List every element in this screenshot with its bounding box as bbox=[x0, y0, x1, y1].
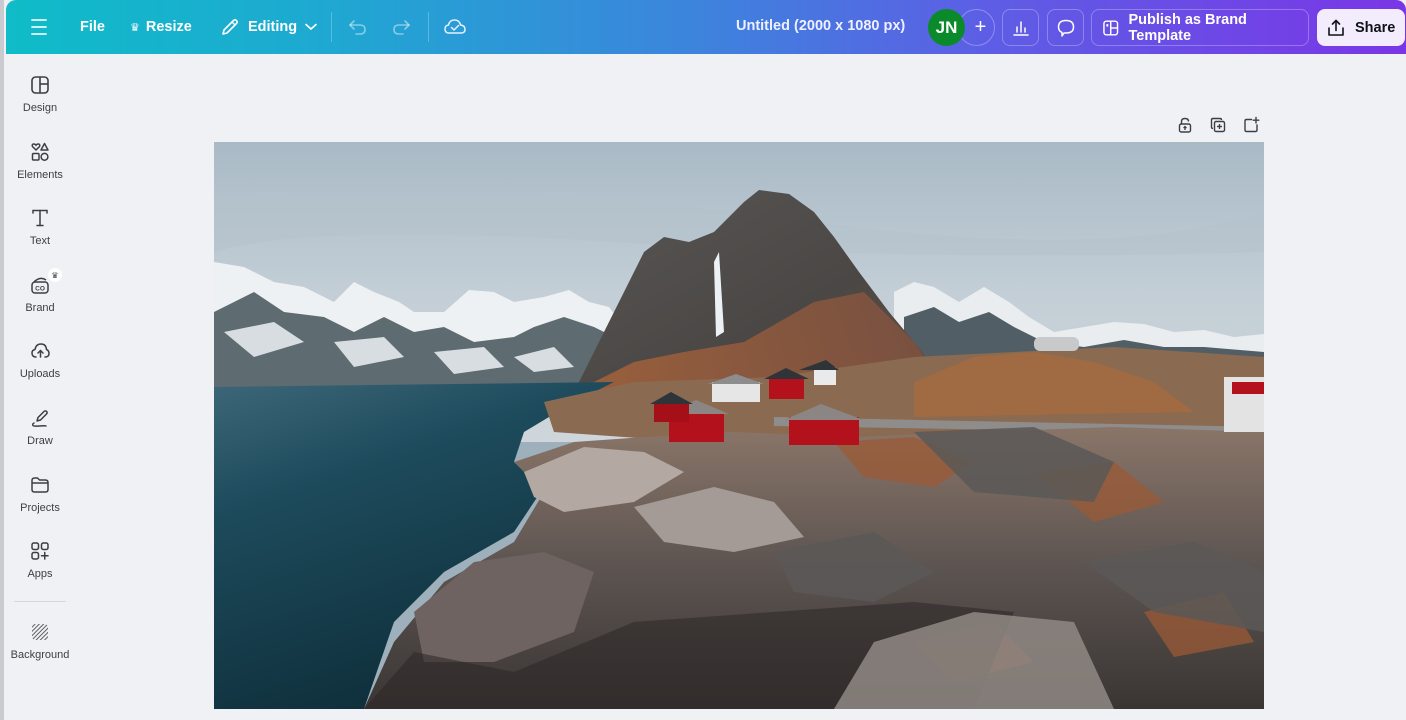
sidebar-item-uploads[interactable]: Uploads bbox=[4, 340, 76, 400]
crown-icon: ♛ bbox=[48, 268, 62, 282]
sidebar-divider bbox=[14, 601, 66, 602]
sidebar-item-draw[interactable]: Draw bbox=[4, 407, 76, 467]
sidebar-item-elements[interactable]: Elements bbox=[4, 141, 76, 201]
editing-label: Editing bbox=[248, 19, 298, 35]
sidebar-item-text[interactable]: Text bbox=[4, 207, 76, 267]
sidebar-item-brand[interactable]: CO ♛ Brand bbox=[4, 268, 76, 334]
left-sidebar: Design Elements Text CO ♛ Brand Uploads … bbox=[4, 54, 76, 720]
redo-icon bbox=[393, 20, 410, 35]
sidebar-item-label: Uploads bbox=[19, 368, 61, 380]
share-button[interactable]: Share bbox=[1317, 9, 1405, 46]
sidebar-item-label: Design bbox=[22, 102, 58, 114]
lock-page-button[interactable] bbox=[1174, 114, 1196, 136]
duplicate-page-button[interactable] bbox=[1207, 114, 1229, 136]
sidebar-item-projects[interactable]: Projects bbox=[4, 474, 76, 534]
landscape-photo[interactable] bbox=[214, 142, 1264, 709]
top-toolbar: File ♛ Resize Editing Untitled (2000 x 1… bbox=[6, 0, 1406, 54]
undo-button[interactable] bbox=[344, 13, 372, 41]
crown-icon: ♛ bbox=[130, 21, 140, 34]
file-label: File bbox=[80, 19, 105, 35]
resize-label: Resize bbox=[145, 19, 192, 35]
resize-button[interactable]: ♛ Resize bbox=[120, 9, 202, 45]
sidebar-item-label: Brand bbox=[25, 302, 55, 314]
comments-button[interactable] bbox=[1047, 9, 1084, 46]
sidebar-item-label: Elements bbox=[17, 169, 63, 181]
speech-bubble-icon bbox=[1057, 19, 1074, 37]
undo-icon bbox=[349, 20, 366, 35]
insights-button[interactable] bbox=[1002, 9, 1039, 46]
sidebar-item-label: Projects bbox=[20, 502, 60, 514]
apps-grid-icon bbox=[31, 542, 49, 560]
sidebar-item-label: Background bbox=[10, 649, 70, 661]
duplicate-icon bbox=[1210, 117, 1226, 133]
save-status-button[interactable] bbox=[441, 13, 469, 41]
text-t-icon bbox=[32, 209, 48, 227]
redo-button[interactable] bbox=[387, 13, 415, 41]
toolbar-divider bbox=[331, 12, 332, 42]
add-member-label: + bbox=[974, 16, 987, 38]
pencil-icon bbox=[222, 19, 238, 35]
publish-brand-template-button[interactable]: Publish as Brand Template bbox=[1091, 9, 1309, 46]
upload-share-icon bbox=[1328, 19, 1344, 36]
shapes-icon bbox=[31, 142, 49, 161]
share-label: Share bbox=[1355, 19, 1396, 36]
sidebar-item-apps[interactable]: Apps bbox=[4, 540, 76, 600]
folder-icon bbox=[31, 477, 49, 493]
add-page-button[interactable] bbox=[1240, 114, 1262, 136]
chevron-down-icon bbox=[305, 23, 317, 31]
svg-text:CO: CO bbox=[35, 286, 45, 293]
publish-label: Publish as Brand Template bbox=[1128, 11, 1247, 44]
sidebar-item-label: Draw bbox=[27, 435, 53, 447]
hamburger-menu-icon[interactable] bbox=[28, 17, 50, 37]
bar-chart-icon bbox=[1012, 20, 1029, 36]
add-page-icon bbox=[1244, 116, 1260, 133]
design-page-canvas[interactable] bbox=[214, 142, 1264, 709]
brand-template-icon bbox=[1103, 19, 1119, 36]
cloud-upload-icon bbox=[31, 343, 50, 358]
background-hatch-icon bbox=[32, 624, 48, 640]
lock-icon bbox=[1178, 117, 1192, 133]
sidebar-item-design[interactable]: Design bbox=[4, 74, 76, 134]
editing-mode-dropdown[interactable]: Editing bbox=[210, 9, 335, 45]
sidebar-item-label: Apps bbox=[27, 568, 53, 580]
draw-pen-icon bbox=[31, 410, 48, 427]
cloud-check-icon bbox=[444, 19, 466, 34]
sidebar-item-background[interactable]: Background bbox=[4, 621, 76, 681]
document-title[interactable]: Untitled (2000 x 1080 px) bbox=[736, 18, 905, 34]
user-avatar[interactable]: JN bbox=[928, 9, 965, 46]
file-menu-button[interactable]: File bbox=[70, 9, 115, 45]
layout-icon bbox=[31, 76, 49, 94]
avatar-initials: JN bbox=[935, 17, 958, 37]
sidebar-item-label: Text bbox=[29, 235, 51, 247]
toolbar-divider bbox=[428, 12, 429, 42]
